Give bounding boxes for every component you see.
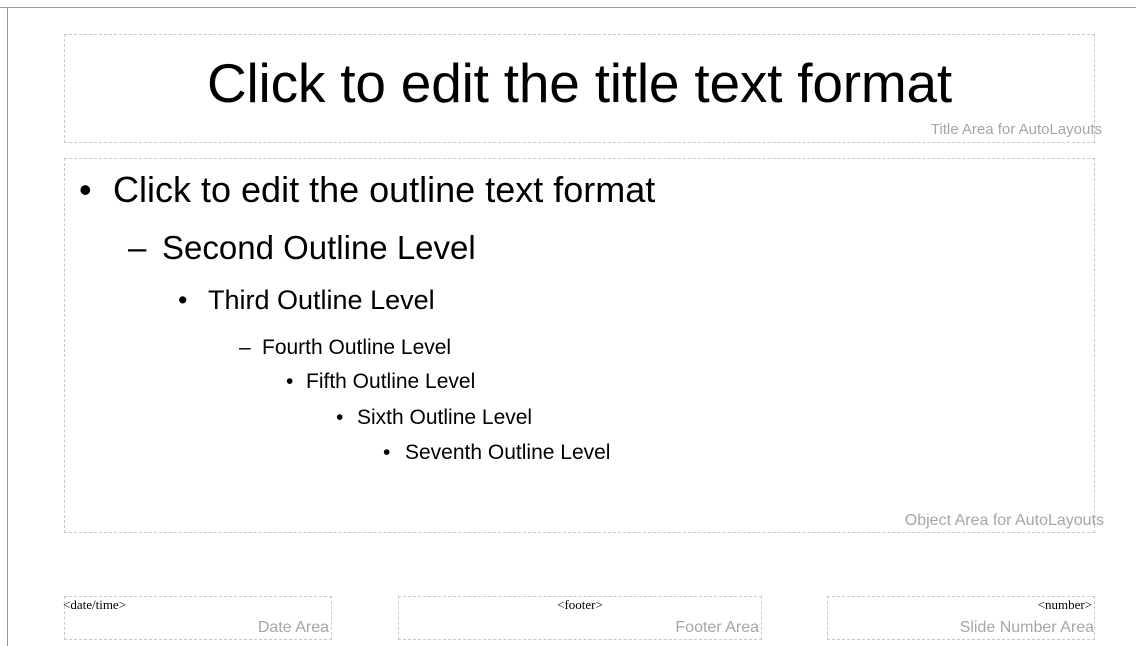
outline-level-7-text: Seventh Outline Level — [405, 441, 611, 464]
title-text[interactable]: Click to edit the title text format — [65, 51, 1094, 115]
title-placeholder[interactable]: Click to edit the title text format Titl… — [64, 34, 1102, 143]
master-slide: Click to edit the title text format Titl… — [0, 0, 1136, 646]
outline-level-6[interactable]: • Sixth Outline Level — [336, 406, 532, 430]
bullet-level-3: • — [178, 285, 188, 315]
bullet-level-1: • — [79, 169, 92, 210]
footer-field[interactable]: <footer> — [399, 597, 761, 613]
bullet-level-4: – — [239, 336, 251, 359]
outline-level-1[interactable]: • Click to edit the outline text format — [79, 169, 655, 211]
bullet-level-2: – — [128, 229, 147, 266]
bullet-level-5: • — [286, 370, 294, 393]
title-area-label: Title Area for AutoLayouts — [930, 121, 1102, 138]
outline-level-7[interactable]: • Seventh Outline Level — [383, 441, 610, 465]
outline-level-5-text: Fifth Outline Level — [306, 370, 476, 393]
bullet-level-7: • — [383, 441, 391, 464]
slide-number-area-label: Slide Number Area — [959, 619, 1094, 636]
footer-area-label: Footer Area — [675, 619, 759, 636]
outline-level-6-text: Sixth Outline Level — [357, 406, 533, 429]
object-area-label: Object Area for AutoLayouts — [904, 512, 1104, 529]
outline-placeholder[interactable]: • Click to edit the outline text format –… — [64, 158, 1104, 533]
slide-number-placeholder[interactable]: <number> Slide Number Area — [827, 596, 1095, 640]
date-placeholder[interactable]: <date/time> Date Area — [63, 596, 332, 640]
outline-level-4-text: Fourth Outline Level — [262, 336, 452, 359]
date-area-label: Date Area — [257, 619, 329, 636]
slide-left-edge — [7, 7, 8, 646]
outline-level-3-text: Third Outline Level — [208, 285, 435, 315]
outline-level-1-text: Click to edit the outline text format — [113, 169, 656, 210]
slide-top-edge — [0, 7, 1136, 8]
date-field[interactable]: <date/time> — [63, 597, 126, 613]
outline-level-4[interactable]: – Fourth Outline Level — [239, 336, 451, 360]
outline-level-2[interactable]: – Second Outline Level — [128, 229, 476, 267]
outline-level-3[interactable]: • Third Outline Level — [178, 285, 435, 316]
bullet-level-6: • — [336, 406, 344, 429]
footer-placeholder[interactable]: <footer> Footer Area — [398, 596, 762, 640]
outline-level-5[interactable]: • Fifth Outline Level — [286, 370, 475, 394]
slide-number-field[interactable]: <number> — [1038, 597, 1092, 613]
outline-level-2-text: Second Outline Level — [162, 229, 476, 266]
